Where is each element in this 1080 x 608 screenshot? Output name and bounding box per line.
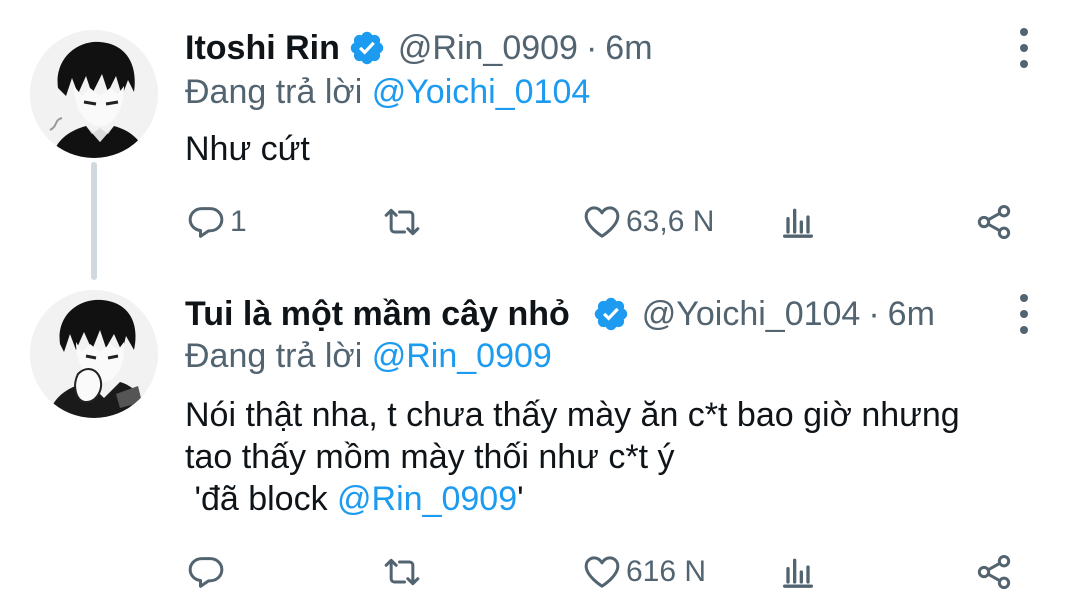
author-name[interactable]: Tui là một mầm cây nhỏ xyxy=(185,294,570,334)
tweet[interactable]: Tui là một mầm cây nhỏ @Yoichi_0104 · 6m… xyxy=(0,270,1080,608)
block-note-suffix: ' xyxy=(517,480,524,518)
more-options-icon[interactable] xyxy=(1012,294,1036,334)
like-icon xyxy=(584,206,620,238)
author-handle[interactable]: @Yoichi_0104 xyxy=(642,294,861,334)
tweet[interactable]: Itoshi Rin @Rin_0909 · 6m Đang trả lời @… xyxy=(0,0,1080,280)
tweet-text: Nói thật nha, t chưa thấy mày ăn c*t bao… xyxy=(185,394,960,520)
share-button[interactable] xyxy=(974,550,1014,594)
reply-icon xyxy=(188,557,224,588)
like-icon xyxy=(584,556,620,588)
tweet-text-line: tao thấy mồm mày thối như c*t ý xyxy=(185,438,675,476)
separator: · xyxy=(868,295,880,333)
retweet-icon xyxy=(384,558,420,586)
author-handle[interactable]: @Rin_0909 xyxy=(398,28,578,68)
tweet-actions: 1 63,6 N xyxy=(0,200,1080,244)
like-count: 63,6 N xyxy=(626,205,715,238)
tweet-header: Itoshi Rin @Rin_0909 · 6m xyxy=(185,28,653,68)
share-icon xyxy=(977,555,1011,589)
views-icon xyxy=(783,208,813,238)
like-button[interactable]: 63,6 N xyxy=(582,200,714,244)
separator: · xyxy=(585,29,598,67)
tweet-header: Tui là một mầm cây nhỏ @Yoichi_0104 · 6m xyxy=(185,294,935,334)
author-name[interactable]: Itoshi Rin xyxy=(185,28,340,68)
reply-icon xyxy=(188,207,224,238)
views-icon xyxy=(783,558,813,588)
retweet-button[interactable] xyxy=(382,550,422,594)
tweet-text-line: Như cứt xyxy=(185,130,310,168)
block-note-prefix: 'đã block xyxy=(185,480,338,518)
replying-to-mention[interactable]: @Rin_0909 xyxy=(372,337,552,375)
views-button[interactable] xyxy=(778,200,818,244)
verified-badge-icon xyxy=(348,29,386,67)
replying-to-mention[interactable]: @Yoichi_0104 xyxy=(372,73,591,111)
retweet-button[interactable] xyxy=(382,200,422,244)
tweet-text-line: 'đã block @Rin_0909' xyxy=(185,478,960,520)
retweet-icon xyxy=(384,208,420,236)
tweet-actions: 616 N xyxy=(0,550,1080,594)
replying-to: Đang trả lời @Yoichi_0104 xyxy=(185,72,590,112)
reply-button[interactable]: 1 xyxy=(186,200,247,244)
more-options-icon[interactable] xyxy=(1012,28,1036,68)
verified-badge-icon xyxy=(592,295,630,333)
reply-button[interactable] xyxy=(186,550,230,594)
reply-count: 1 xyxy=(230,205,247,238)
share-icon xyxy=(977,205,1011,239)
tweet-text: Như cứt xyxy=(185,128,310,170)
avatar[interactable] xyxy=(30,290,158,418)
like-count: 616 N xyxy=(626,555,707,588)
tweet-text-line: Nói thật nha, t chưa thấy mày ăn c*t bao… xyxy=(185,396,960,434)
share-button[interactable] xyxy=(974,200,1014,244)
avatar[interactable] xyxy=(30,30,158,158)
replying-to-label: Đang trả lời xyxy=(185,337,363,375)
block-note-mention[interactable]: @Rin_0909 xyxy=(337,480,517,518)
replying-to: Đang trả lời @Rin_0909 xyxy=(185,336,552,376)
timestamp[interactable]: 6m xyxy=(888,294,935,334)
like-button[interactable]: 616 N xyxy=(582,550,706,594)
views-button[interactable] xyxy=(778,550,818,594)
timestamp[interactable]: 6m xyxy=(605,28,652,68)
replying-to-label: Đang trả lời xyxy=(185,73,363,111)
